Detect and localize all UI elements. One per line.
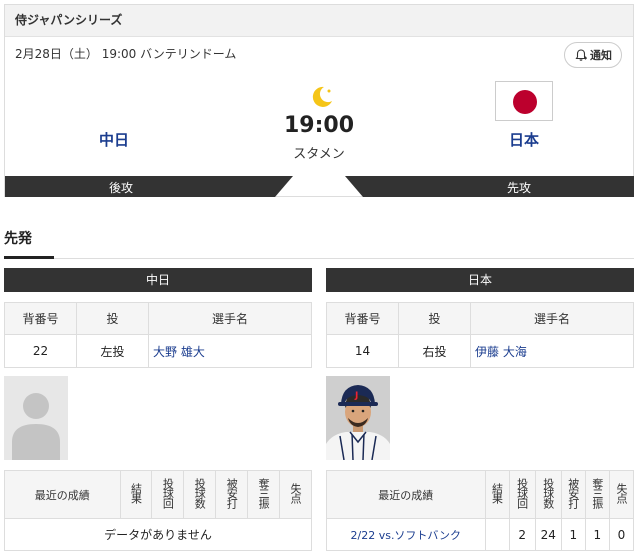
table-row: データがありません [4, 518, 312, 551]
header-result: 結果 [490, 483, 504, 503]
pitcher-number: 14 [326, 334, 399, 368]
away-bat-label: 先攻 [507, 181, 532, 195]
header-result: 結果 [129, 483, 143, 503]
recent-runs: 0 [608, 518, 635, 551]
recent-strikeouts: 1 [584, 518, 610, 551]
header-pitches: 投球数 [193, 478, 207, 508]
header-runs: 失点 [289, 483, 303, 503]
header-innings: 投球回 [161, 478, 175, 508]
japan-flag-icon [495, 81, 553, 121]
pitcher-name-link[interactable]: 伊藤 大海 [470, 334, 634, 368]
recent-hits: 1 [560, 518, 586, 551]
active-tab-underline [4, 256, 54, 259]
avatar-placeholder-icon [4, 376, 68, 460]
home-bat-bar [5, 176, 275, 197]
header-recent: 最近の成績 [4, 470, 121, 519]
pitcher-number: 22 [4, 334, 77, 368]
svg-text:J: J [354, 391, 358, 401]
game-status: スタメン [293, 147, 345, 162]
away-bat-bar [363, 176, 634, 197]
recent-result [484, 518, 510, 551]
header-player-name: 選手名 [148, 302, 312, 335]
bell-plus-icon [575, 49, 587, 61]
right-team-bar: 日本 [326, 268, 634, 292]
recent-pitches: 24 [534, 518, 562, 551]
game-card: 侍ジャパンシリーズ 2月28日（土） 19:00 バンテリンドーム 通知 中日 … [4, 4, 634, 197]
pitcher-throws: 左投 [76, 334, 149, 368]
header-throws: 投 [76, 302, 149, 335]
table-row: 22 左投 大野 雄大 [4, 334, 312, 368]
header-strikeouts: 奪三振 [257, 478, 271, 508]
section-title: 先発 [4, 231, 32, 247]
header-pitches: 投球数 [541, 478, 555, 508]
header-innings: 投球回 [515, 478, 529, 508]
header-number: 背番号 [4, 302, 77, 335]
no-data-message: データがありません [4, 518, 312, 551]
table-row: 2/22 vs.ソフトバンク 2 24 1 1 0 [326, 518, 635, 551]
table-row: 14 右投 伊藤 大海 [326, 334, 634, 368]
header-number: 背番号 [326, 302, 399, 335]
left-pitcher-photo-placeholder [4, 376, 68, 460]
left-pitcher-table: 背番号 投 選手名 22 左投 大野 雄大 [4, 302, 312, 368]
game-meta: 2月28日（土） 19:00 バンテリンドーム [15, 47, 237, 61]
left-stats-table: 最近の成績 結果 投球回 投球数 被安打 奪三振 失点 データがありません [4, 470, 312, 551]
pitcher-name-link[interactable]: 大野 雄大 [148, 334, 312, 368]
header-throws: 投 [398, 302, 471, 335]
right-pitcher-table: 背番号 投 選手名 14 右投 伊藤 大海 [326, 302, 634, 368]
home-team-name[interactable]: 中日 [89, 129, 139, 150]
recent-innings: 2 [508, 518, 536, 551]
away-team-name[interactable]: 日本 [499, 129, 549, 150]
header-player-name: 選手名 [470, 302, 634, 335]
header-runs: 失点 [614, 483, 628, 503]
left-team-bar: 中日 [4, 268, 312, 292]
notify-label: 通知 [590, 49, 612, 62]
recent-game-link[interactable]: 2/22 vs.ソフトバンク [326, 518, 486, 551]
night-moon-icon [312, 86, 332, 107]
notify-button[interactable]: 通知 [564, 42, 622, 68]
header-recent: 最近の成績 [326, 470, 486, 519]
game-time: 19:00 [283, 113, 355, 138]
header-hits: 被安打 [566, 478, 580, 508]
right-pitcher-photo: J [326, 376, 390, 460]
header-strikeouts: 奪三振 [590, 478, 604, 508]
right-stats-table: 最近の成績 結果 投球回 投球数 被安打 奪三振 失点 2/22 vs.ソフトバ… [326, 470, 635, 551]
series-title: 侍ジャパンシリーズ [5, 5, 633, 37]
pitcher-throws: 右投 [398, 334, 471, 368]
home-bat-label: 後攻 [109, 181, 134, 195]
pitcher-photo-image: J [326, 376, 390, 460]
header-hits: 被安打 [225, 478, 239, 508]
